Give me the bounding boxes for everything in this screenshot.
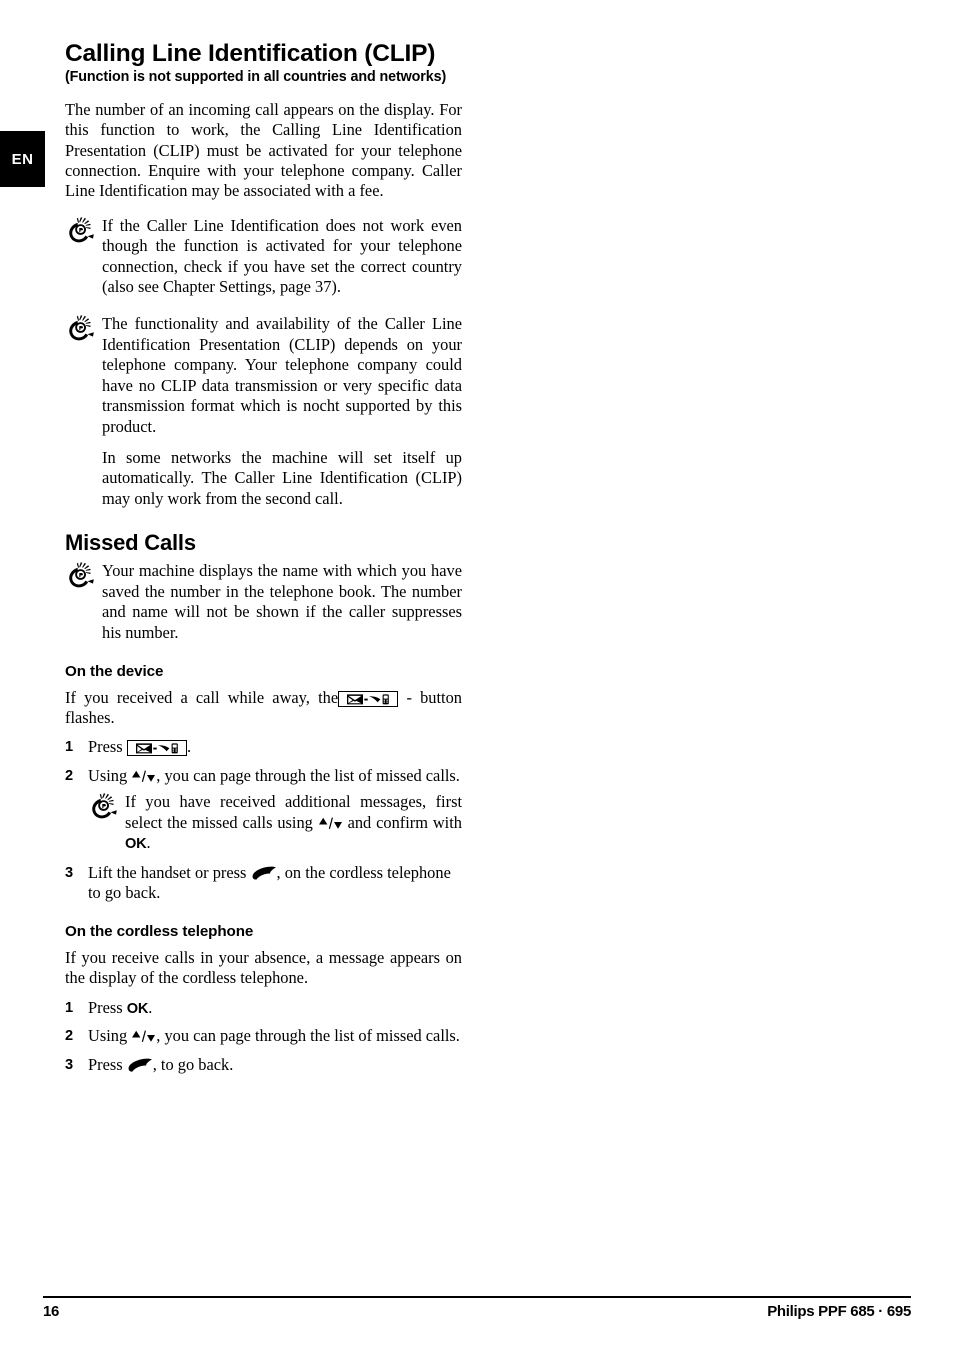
footer-product-name: Philips PPF 685 · 695 xyxy=(767,1303,911,1320)
step-cordless-1: 1 Press OK. xyxy=(65,998,462,1018)
step-number: 3 xyxy=(65,1056,74,1073)
tip-text-after: . xyxy=(146,833,151,853)
step-number: 1 xyxy=(65,999,74,1016)
ok-key-label: OK xyxy=(125,836,147,853)
chapter-subtitle: (Function is not supported in all countr… xyxy=(65,68,447,85)
section-title-missed-calls: Missed Calls xyxy=(65,530,196,556)
hint-hand-bulb-icon xyxy=(67,315,98,341)
step-cordless-3: 3 Press , to go back. xyxy=(65,1055,462,1075)
hint-hand-bulb-icon xyxy=(67,562,98,588)
step-text-after: , you can page through the list of misse… xyxy=(156,1026,460,1046)
chapter-intro-paragraph: The number of an incoming call appears o… xyxy=(65,99,462,201)
ok-key-label: OK xyxy=(126,1000,149,1017)
hint-hand-bulb-icon xyxy=(90,793,121,819)
step-number: 2 xyxy=(65,767,74,784)
step-text: Using , you can page through the list of… xyxy=(88,766,462,786)
step-text: Using , you can page through the list of… xyxy=(88,1026,462,1046)
step-text: Lift the handset or press , on the cordl… xyxy=(88,863,462,904)
step-number: 3 xyxy=(65,864,74,881)
step-text-before: Lift the handset or press xyxy=(88,862,247,882)
step-text-after: , you can page through the list of misse… xyxy=(156,765,460,785)
chapter-title: Calling Line Identification (CLIP) xyxy=(65,40,436,67)
page-content: Calling Line Identification (CLIP) (Func… xyxy=(65,41,462,1075)
step-text-before: Using xyxy=(88,1026,128,1046)
up-down-arrows-icon[interactable] xyxy=(318,816,343,832)
missed-calls-button-icon[interactable] xyxy=(126,740,187,757)
subsection-title-on-the-device: On the device xyxy=(65,663,164,681)
on-the-cordless-telephone-intro: If you receive calls in your absence, a … xyxy=(65,947,462,988)
hint-hand-bulb-icon xyxy=(67,217,98,243)
on-the-device-intro-before: If you received a call while away, the xyxy=(65,687,339,707)
tip-note-missed-calls-text: Your machine displays the name with whic… xyxy=(102,561,462,642)
tip-text-middle: and confirm with xyxy=(347,812,462,832)
handset-pickup-icon[interactable] xyxy=(127,1058,153,1072)
footer-divider xyxy=(43,1296,911,1298)
step-text-before: Press xyxy=(88,737,123,757)
tip-continuation-paragraph: In some networks the machine will set it… xyxy=(102,448,462,508)
language-tab-label: EN xyxy=(11,150,34,168)
step-text-after: , to go back. xyxy=(152,1054,234,1074)
step-cordless-2: 2 Using , you can page through the list … xyxy=(65,1026,462,1046)
step-text-before: Press xyxy=(88,1054,123,1074)
step-on-device-2: 2 Using , you can page through the list … xyxy=(65,766,462,854)
step-text-after: . xyxy=(148,997,153,1017)
tip-note-missed-calls: Your machine displays the name with whic… xyxy=(65,561,462,643)
missed-calls-button-icon[interactable] xyxy=(338,690,399,707)
step-on-device-1: 1 Press . xyxy=(65,737,462,757)
language-tab: EN xyxy=(0,131,45,187)
subsection-title-on-the-cordless-telephone: On the cordless telephone xyxy=(65,923,254,941)
step-number: 2 xyxy=(65,1028,74,1045)
tip-note-additional-messages: If you have received additional messages… xyxy=(88,792,462,853)
tip-note-country-text: If the Caller Line Identification does n… xyxy=(102,215,462,297)
step-text-after: . xyxy=(186,737,192,757)
step-text: Press . xyxy=(88,737,462,757)
step-on-device-3: 3 Lift the handset or press , on the cor… xyxy=(65,863,462,904)
step-text-before: Using xyxy=(88,765,128,785)
tip-note-availability-text: The functionality and availability of th… xyxy=(102,314,462,436)
up-down-arrows-icon[interactable] xyxy=(131,769,156,785)
step-text: Press , to go back. xyxy=(88,1055,462,1075)
step-text: Press OK. xyxy=(88,998,462,1018)
tip-note-country: If the Caller Line Identification does n… xyxy=(65,216,462,298)
on-the-device-intro: If you received a call while away, the -… xyxy=(65,688,462,729)
page-footer: 16 Philips PPF 685 · 695 xyxy=(43,1296,911,1320)
tip-note-availability: The functionality and availability of th… xyxy=(65,314,462,437)
handset-pickup-icon[interactable] xyxy=(251,866,277,880)
step-text-before: Press xyxy=(88,997,123,1017)
footer-page-number: 16 xyxy=(43,1303,60,1320)
up-down-arrows-icon[interactable] xyxy=(131,1029,156,1045)
step-number: 1 xyxy=(65,739,74,756)
